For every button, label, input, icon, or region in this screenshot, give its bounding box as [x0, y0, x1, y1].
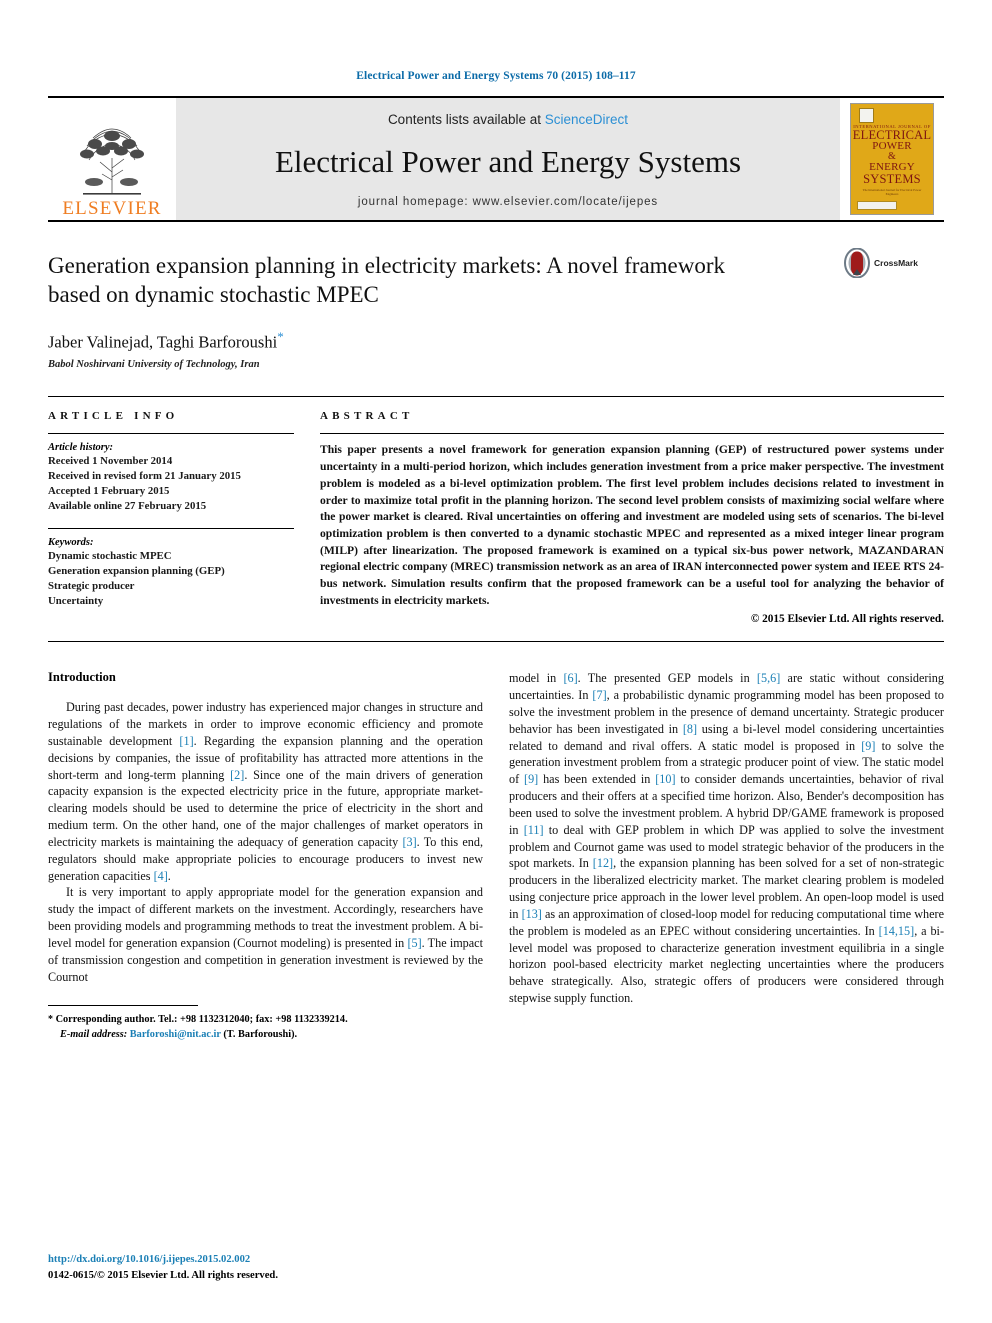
contents-available-line: Contents lists available at ScienceDirec…	[388, 112, 628, 127]
title-block: Generation expansion planning in electri…	[48, 248, 944, 371]
email-label: E-mail address:	[60, 1029, 128, 1040]
keyword-item: Generation expansion planning (GEP)	[48, 564, 225, 577]
author-list: Jaber Valinejad, Taghi Barforoushi*	[48, 329, 944, 353]
body-columns: Introduction During past decades, power …	[48, 670, 944, 1042]
keyword-item: Strategic producer	[48, 579, 135, 592]
citation-ref[interactable]: [5]	[407, 936, 421, 950]
citation-ref[interactable]: [9]	[524, 772, 538, 786]
body-right-column: model in [6]. The presented GEP models i…	[509, 670, 944, 1042]
page-title: Generation expansion planning in electri…	[48, 253, 726, 307]
email-note: E-mail address: Barforoshi@nit.ac.ir (T.…	[48, 1028, 483, 1043]
article-info-heading: ARTICLE INFO	[48, 410, 179, 423]
cover-line-5: SYSTEMS	[863, 171, 921, 186]
history-revised: Received in revised form 21 January 2015	[48, 470, 241, 483]
cover-bottom-bar	[857, 201, 897, 210]
email-link[interactable]: Barforoshi@nit.ac.ir	[130, 1029, 221, 1040]
citation-ref[interactable]: [8]	[683, 722, 697, 736]
sciencedirect-link[interactable]: ScienceDirect	[545, 112, 628, 127]
masthead-center-panel: Contents lists available at ScienceDirec…	[176, 98, 840, 220]
paragraph: It is very important to apply appropriat…	[48, 885, 483, 984]
keyword-item: Dynamic stochastic MPEC	[48, 550, 172, 562]
article-history-label: Article history:	[48, 442, 114, 454]
abstract-column: ABSTRACT This paper presents a novel fra…	[320, 410, 944, 625]
cover-line-4: ENERGY	[869, 160, 915, 173]
citation-ref[interactable]: [13]	[522, 907, 542, 921]
crossmark-badge[interactable]: CrossMark	[844, 248, 944, 278]
citation-ref[interactable]: [2]	[230, 768, 244, 782]
info-abstract-row: ARTICLE INFO Article history: Received 1…	[48, 397, 944, 625]
section-heading-introduction: Introduction	[48, 670, 116, 685]
doi-link[interactable]: http://dx.doi.org/10.1016/j.ijepes.2015.…	[48, 1252, 278, 1267]
article-info-column: ARTICLE INFO Article history: Received 1…	[48, 410, 294, 625]
issn-copyright-line: 0142-0615/© 2015 Elsevier Ltd. All right…	[48, 1269, 278, 1281]
cover-badge-icon	[858, 108, 874, 123]
body-left-column: Introduction During past decades, power …	[48, 670, 483, 1042]
citation-ref[interactable]: [1]	[179, 734, 193, 748]
cover-footline: The International Journal for Electrical…	[862, 187, 922, 196]
keywords-label: Keywords:	[48, 537, 94, 548]
citation-ref[interactable]: [3]	[402, 835, 416, 849]
elsevier-tree-icon	[80, 128, 144, 195]
corresponding-author-marker: *	[277, 328, 284, 344]
keyword-item: Uncertainty	[48, 594, 104, 607]
paper-page: Electrical Power and Energy Systems 70 (…	[0, 0, 992, 1323]
citation-ref[interactable]: [4]	[154, 869, 168, 883]
history-accepted: Accepted 1 February 2015	[48, 485, 170, 498]
journal-title: Electrical Power and Energy Systems	[274, 144, 742, 179]
page-footer: http://dx.doi.org/10.1016/j.ijepes.2015.…	[48, 1252, 278, 1283]
abstract-heading: ABSTRACT	[320, 410, 414, 423]
citation-ref[interactable]: [10]	[655, 772, 675, 786]
keywords-rule	[48, 528, 294, 529]
footnote-star: *	[48, 1014, 53, 1026]
elsevier-wordmark: ELSEVIER	[62, 198, 162, 219]
elsevier-logo: ELSEVIER	[48, 98, 176, 220]
author-names: Jaber Valinejad, Taghi Barforoushi	[48, 332, 278, 352]
history-online: Available online 27 February 2015	[48, 500, 207, 513]
abstract-rule	[320, 433, 944, 435]
history-received: Received 1 November 2014	[48, 455, 173, 468]
paragraph: model in [6]. The presented GEP models i…	[509, 671, 945, 1006]
journal-masthead: ELSEVIER Contents lists available at Sci…	[48, 98, 944, 220]
journal-cover-column: INTERNATIONAL JOURNAL OF ELECTRICAL POWE…	[840, 98, 944, 220]
citation-ref[interactable]: [11]	[524, 823, 544, 837]
citation-ref[interactable]: [14,15]	[879, 924, 915, 938]
footnote-contact-line: Corresponding author. Tel.: +98 11323120…	[55, 1014, 348, 1026]
footnote-block: * Corresponding author. Tel.: +98 113231…	[48, 1005, 483, 1042]
masthead-bottom-rule	[48, 220, 944, 222]
article-info-rule	[48, 433, 294, 435]
abstract-copyright: © 2015 Elsevier Ltd. All rights reserved…	[750, 613, 944, 626]
citation-ref[interactable]: [7]	[592, 688, 606, 702]
citation-ref[interactable]: [5,6]	[757, 671, 780, 685]
contents-prefix: Contents lists available at	[387, 112, 545, 127]
citation-ref[interactable]: [12]	[593, 856, 613, 870]
corresponding-author-note: * Corresponding author. Tel.: +98 113231…	[48, 1013, 483, 1028]
footnote-rule	[48, 1005, 198, 1013]
journal-cover-image: INTERNATIONAL JOURNAL OF ELECTRICAL POWE…	[850, 103, 934, 215]
affiliation: Babol Noshirvani University of Technolog…	[48, 359, 260, 371]
crossmark-label: CrossMark	[874, 258, 918, 268]
paragraph: During past decades, power industry has …	[48, 700, 484, 883]
email-suffix: (T. Barforoushi).	[223, 1029, 298, 1040]
abstract-text: This paper presents a novel framework fo…	[320, 443, 944, 607]
info-bottom-rule	[48, 641, 944, 643]
journal-homepage-link[interactable]: journal homepage: www.elsevier.com/locat…	[358, 196, 658, 208]
running-head: Electrical Power and Energy Systems 70 (…	[356, 70, 636, 82]
citation-ref[interactable]: [9]	[861, 739, 875, 753]
crossmark-icon	[844, 248, 870, 278]
keywords-block: Keywords: Dynamic stochastic MPEC Genera…	[48, 528, 294, 609]
citation-ref[interactable]: [6]	[563, 671, 577, 685]
